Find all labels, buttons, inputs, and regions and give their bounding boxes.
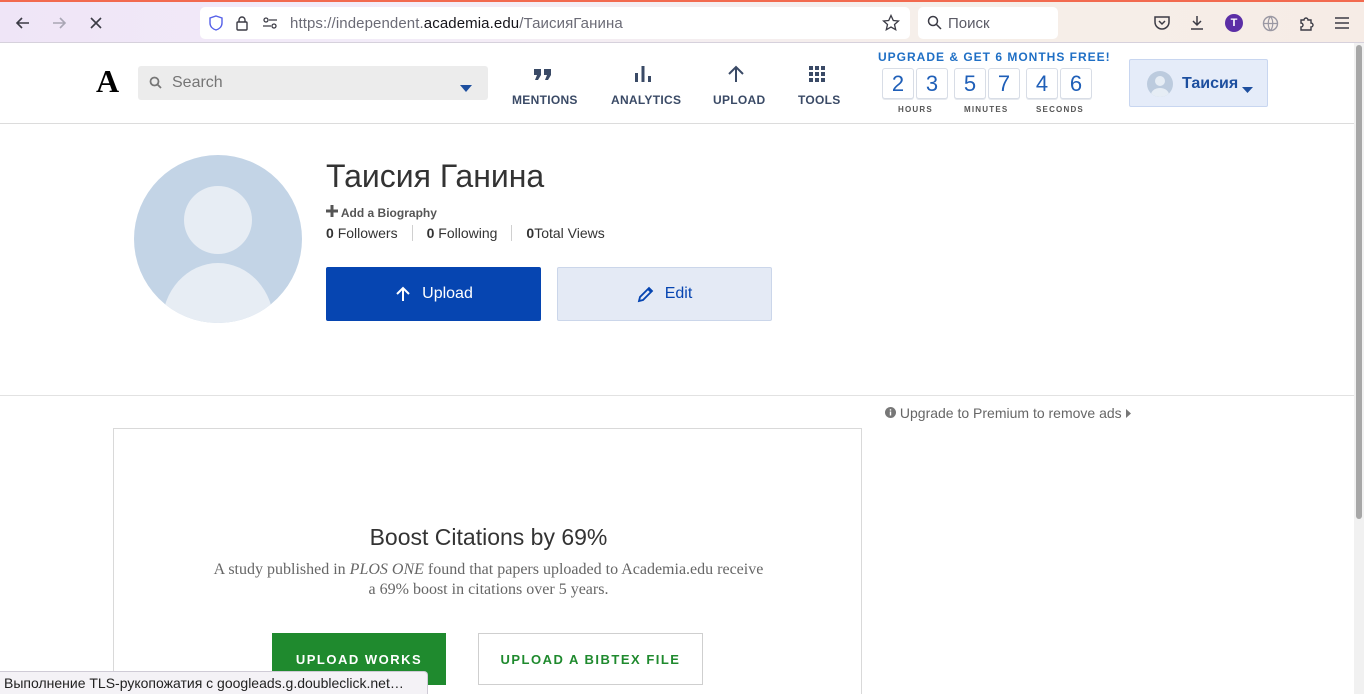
stop-loading-icon[interactable] bbox=[83, 10, 109, 36]
boost-description: A study published in PLOS ONE found that… bbox=[213, 561, 764, 598]
nav-tools[interactable]: TOOLS bbox=[798, 63, 840, 107]
avatar bbox=[1147, 71, 1173, 97]
nav-analytics-label: ANALYTICS bbox=[611, 93, 682, 107]
countdown-digit: 3 bbox=[916, 68, 948, 99]
upload-button[interactable]: Upload bbox=[326, 267, 541, 321]
pocket-icon[interactable] bbox=[1152, 13, 1172, 33]
edit-button[interactable]: Edit bbox=[557, 267, 772, 321]
journal-name: PLOS ONE bbox=[349, 561, 424, 578]
countdown-digit: 4 bbox=[1026, 68, 1058, 99]
extensions-puzzle-icon[interactable] bbox=[1296, 13, 1316, 33]
countdown-digit: 6 bbox=[1060, 68, 1092, 99]
countdown-digit: 5 bbox=[954, 68, 986, 99]
site-permissions-icon[interactable] bbox=[262, 16, 278, 35]
menu-hamburger-icon[interactable] bbox=[1332, 13, 1352, 33]
followers-stat[interactable]: 0 Followers bbox=[326, 225, 413, 241]
nav-analytics[interactable]: ANALYTICS bbox=[611, 63, 681, 107]
edit-button-label: Edit bbox=[664, 285, 693, 302]
countdown-seconds-label: SECONDS bbox=[1036, 105, 1084, 114]
scrollbar-thumb[interactable] bbox=[1356, 45, 1362, 519]
browser-status-bar: Выполнение TLS-рукопожатия с googleads.g… bbox=[0, 671, 428, 694]
chevron-down-icon[interactable] bbox=[460, 80, 472, 98]
views-label: Total Views bbox=[534, 225, 605, 241]
upgrade-promo-title[interactable]: UPGRADE & GET 6 MONTHS FREE! bbox=[878, 50, 1111, 64]
browser-search-field[interactable]: Поиск bbox=[918, 7, 1058, 39]
user-menu-button[interactable]: Таисия bbox=[1129, 59, 1268, 107]
lock-icon[interactable] bbox=[235, 15, 249, 36]
plus-icon bbox=[326, 205, 341, 220]
views-stat: 0Total Views bbox=[526, 225, 618, 241]
bookmark-star-icon[interactable] bbox=[881, 13, 901, 37]
upload-bibtex-button[interactable]: UPLOAD A BIBTEX FILE bbox=[478, 633, 703, 685]
upload-arrow-icon bbox=[396, 286, 410, 301]
grid-icon bbox=[798, 63, 836, 85]
account-avatar-icon[interactable]: T bbox=[1224, 13, 1244, 33]
section-divider bbox=[0, 395, 1354, 396]
chevron-down-icon bbox=[1242, 81, 1253, 99]
translate-globe-icon[interactable] bbox=[1260, 13, 1280, 33]
nav-mentions[interactable]: MENTIONS bbox=[512, 63, 577, 107]
academia-logo[interactable]: A bbox=[96, 63, 119, 100]
followers-count: 0 bbox=[326, 225, 334, 241]
address-bar[interactable]: https://independent.academia.edu/ТаисияГ… bbox=[200, 7, 910, 39]
countdown-digit: 7 bbox=[988, 68, 1020, 99]
countdown-hours-label: HOURS bbox=[898, 105, 933, 114]
countdown-minutes-label: MINUTES bbox=[964, 105, 1009, 114]
boost-citations-card: Boost Citations by 69% A study published… bbox=[113, 428, 862, 694]
bar-chart-icon bbox=[611, 63, 675, 85]
caret-right-icon bbox=[1125, 405, 1131, 421]
browser-search-placeholder: Поиск bbox=[948, 15, 990, 32]
upload-button-label: Upload bbox=[422, 285, 473, 302]
followers-label: Followers bbox=[337, 225, 398, 241]
upgrade-premium-label: Upgrade to Premium to remove ads bbox=[899, 405, 1122, 421]
downloads-icon[interactable] bbox=[1187, 13, 1207, 33]
profile-name: Таисия Ганина bbox=[326, 158, 545, 194]
following-count: 0 bbox=[426, 225, 435, 241]
pencil-icon bbox=[637, 286, 653, 303]
add-biography-label: Add a Biography bbox=[340, 206, 437, 220]
profile-stats: 0 Followers 0 Following 0Total Views bbox=[326, 225, 633, 241]
info-icon bbox=[885, 405, 900, 421]
site-search[interactable] bbox=[138, 66, 488, 100]
countdown-digit: 2 bbox=[882, 68, 914, 99]
following-stat[interactable]: 0 Following bbox=[427, 225, 513, 241]
browser-toolbar: https://independent.academia.edu/ТаисияГ… bbox=[0, 0, 1364, 43]
site-search-input[interactable] bbox=[172, 66, 452, 100]
upgrade-premium-link[interactable]: Upgrade to Premium to remove ads bbox=[885, 405, 1131, 421]
nav-mentions-label: MENTIONS bbox=[512, 93, 578, 107]
user-name: Таисия bbox=[1182, 75, 1239, 92]
nav-upload[interactable]: UPLOAD bbox=[713, 63, 765, 107]
quote-icon bbox=[512, 63, 573, 85]
nav-tools-label: TOOLS bbox=[798, 93, 841, 107]
profile-avatar[interactable] bbox=[134, 155, 302, 323]
following-label: Following bbox=[438, 225, 498, 241]
add-biography-link[interactable]: Add a Biography bbox=[326, 205, 437, 220]
boost-title: Boost Citations by 69% bbox=[369, 524, 608, 550]
search-icon bbox=[927, 15, 942, 34]
forward-icon[interactable] bbox=[46, 10, 72, 36]
url-text[interactable]: https://independent.academia.edu/ТаисияГ… bbox=[290, 15, 623, 32]
page-scrollbar[interactable] bbox=[1354, 43, 1364, 694]
upload-arrow-icon bbox=[713, 63, 759, 85]
search-icon bbox=[149, 76, 162, 94]
nav-upload-label: UPLOAD bbox=[713, 93, 766, 107]
shield-icon[interactable] bbox=[208, 15, 224, 36]
back-icon[interactable] bbox=[10, 10, 36, 36]
